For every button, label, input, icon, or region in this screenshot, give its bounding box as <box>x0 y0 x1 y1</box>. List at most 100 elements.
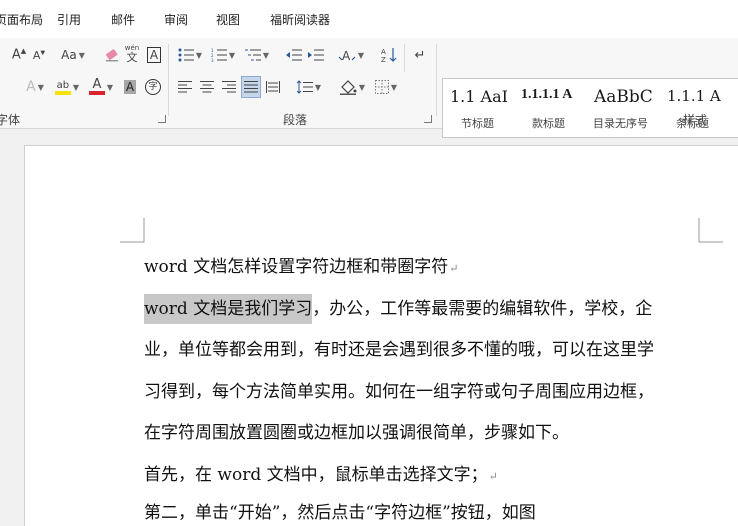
numbering-button[interactable]: 1 2 3 ▼ <box>209 45 237 65</box>
style-clause-title[interactable]: 1.1.1.1 A 款标题 <box>515 79 587 137</box>
decrease-indent-button[interactable] <box>285 45 303 65</box>
grow-font-icon: A▲ <box>11 47 27 63</box>
text-effects-button[interactable]: A ▼ <box>22 77 48 97</box>
line-text: word 文档怎样设置字符边框和带圈字符 <box>144 257 449 277</box>
align-center-icon <box>200 81 214 93</box>
tab-view[interactable]: 视图 <box>216 11 240 28</box>
character-border-icon: A <box>146 47 162 63</box>
eraser-icon <box>106 49 118 62</box>
shrink-font-icon: A▼ <box>32 48 46 62</box>
line-spacing-icon <box>296 80 313 94</box>
font-group-label: 字体 <box>0 113 21 127</box>
font-color-icon: A <box>88 78 105 95</box>
chevron-down-icon: ▼ <box>358 82 366 92</box>
document-line[interactable]: 业，单位等都会用到，有时还是会遇到很多不懂的哦，可以在这里学 <box>144 335 654 360</box>
tab-mailings[interactable]: 邮件 <box>111 11 135 28</box>
paragraph-dialog-launcher[interactable] <box>424 115 432 123</box>
group-divider <box>436 44 437 116</box>
multilevel-list-icon <box>244 49 261 61</box>
document-line[interactable]: 在字符周围放置圆圈或边框加以强调很简单，步骤如下。 <box>144 418 569 443</box>
multilevel-list-button[interactable]: ▼ <box>243 45 271 65</box>
align-left-button[interactable] <box>176 77 194 97</box>
group-divider <box>404 44 405 72</box>
paragraph-group-label: 段落 <box>283 113 308 127</box>
document-line[interactable]: 第二，单击“开始”，然后点击“字符边框”按钮，如图 <box>144 498 536 523</box>
selected-text[interactable]: word 文档是我们学习 <box>144 294 313 324</box>
chinese-layout-icon: A <box>338 49 356 62</box>
style-section-title[interactable]: 1.1 AaI 节标题 <box>443 79 515 137</box>
ribbon: A▲ A▼ Aa ▼ wén 文 A A ▼ ab ▼ A ▼ A 字 字体 ▼… <box>0 38 738 138</box>
group-divider <box>168 44 169 116</box>
document-line[interactable]: word 文档是我们学习，办公，工作等最需要的编辑软件，学校，企 <box>144 294 653 324</box>
line-text: ，办公，工作等最需要的编辑软件，学校，企 <box>312 299 653 319</box>
increase-indent-icon <box>308 49 324 61</box>
style-preview: 1.1.1 A <box>667 87 721 105</box>
sort-button[interactable]: AZ <box>380 45 398 65</box>
svg-text:A: A <box>381 48 386 56</box>
character-border-button[interactable]: A <box>145 45 163 65</box>
chevron-down-icon: ▼ <box>314 82 322 92</box>
sort-icon: AZ <box>381 48 397 63</box>
bullets-button[interactable]: ▼ <box>176 45 204 65</box>
tab-foxit-reader[interactable]: 福昕阅读器 <box>270 11 330 28</box>
show-hide-marks-button[interactable]: ↵ <box>412 45 428 65</box>
justify-button[interactable] <box>241 76 261 98</box>
document-line[interactable]: 首先，在 word 文档中，鼠标单击选择文字；↵ <box>144 460 498 485</box>
style-preview: 1.1 AaI <box>450 87 508 106</box>
align-right-icon <box>222 81 236 93</box>
distributed-align-icon <box>266 81 280 93</box>
align-right-button[interactable] <box>220 77 238 97</box>
change-case-button[interactable]: Aa ▼ <box>58 45 88 65</box>
grow-font-button[interactable]: A▲ <box>10 45 28 65</box>
increase-indent-button[interactable] <box>307 45 325 65</box>
tab-review[interactable]: 审阅 <box>164 11 188 28</box>
line-text: 首先，在 word 文档中，鼠标单击选择文字； <box>144 465 488 485</box>
character-shading-button[interactable]: A <box>122 77 138 97</box>
enclose-characters-button[interactable]: 字 <box>144 77 162 97</box>
styles-group-label: 样式 <box>683 113 708 127</box>
font-color-swatch <box>88 91 105 95</box>
shading-button[interactable]: ▼ <box>337 77 367 97</box>
style-name: 节标题 <box>461 117 494 130</box>
line-text: 业，单位等都会用到，有时还是会遇到很多不懂的哦，可以在这里学 <box>144 340 654 360</box>
svg-text:A: A <box>342 49 351 62</box>
clear-formatting-button[interactable] <box>103 45 121 65</box>
borders-button[interactable]: ▼ <box>371 77 401 97</box>
chevron-down-icon: ▼ <box>37 82 44 92</box>
document-title-line[interactable]: word 文档怎样设置字符边框和带圈字符↵ <box>144 252 458 277</box>
font-color-button[interactable]: A ▼ <box>86 77 116 97</box>
tab-references[interactable]: 引用 <box>57 11 81 28</box>
styles-gallery[interactable]: 1.1 AaI 节标题 1.1.1.1 A 款标题 AaBbC 目录无序号 1.… <box>442 78 738 138</box>
decrease-indent-icon <box>286 49 302 61</box>
tab-page-layout[interactable]: 页面布局 <box>0 11 43 28</box>
character-shading-icon: A <box>123 80 137 94</box>
shrink-font-button[interactable]: A▼ <box>31 45 47 65</box>
style-name: 款标题 <box>532 117 565 130</box>
highlight-color-button[interactable]: ab ▼ <box>52 77 82 97</box>
justify-icon <box>244 81 258 93</box>
document-line[interactable]: 习得到，每个方法简单实用。如何在一组字符或句子周围应用边框， <box>144 377 654 402</box>
bullet-list-icon <box>178 48 194 62</box>
style-article-title[interactable]: 1.1.1 A 条标题 <box>661 79 738 137</box>
ribbon-tab-strip: 页面布局 引用 邮件 审阅 视图 福昕阅读器 <box>0 0 738 38</box>
highlight-color-swatch <box>54 90 71 95</box>
distributed-align-button[interactable] <box>264 77 282 97</box>
enclose-characters-icon: 字 <box>145 79 161 95</box>
align-center-button[interactable] <box>198 77 216 97</box>
svg-text:Z: Z <box>381 56 386 63</box>
highlighter-icon: ab <box>54 80 71 95</box>
chevron-down-icon: ▼ <box>262 50 270 60</box>
font-dialog-launcher[interactable] <box>158 115 166 123</box>
chevron-down-icon: ▼ <box>106 82 114 92</box>
chevron-down-icon: ▼ <box>228 50 236 60</box>
chinese-layout-button[interactable]: A ▼ <box>336 45 366 65</box>
phonetic-guide-button[interactable]: wén 文 <box>123 43 141 63</box>
style-name: 目录无序号 <box>593 117 648 130</box>
phonetic-guide-char: 文 <box>126 51 138 64</box>
style-preview: AaBbC <box>594 87 653 107</box>
paragraph-mark: ↵ <box>449 262 459 275</box>
align-left-icon <box>178 81 192 93</box>
paragraph-mark: ↵ <box>488 470 498 483</box>
style-toc-no-number[interactable]: AaBbC 目录无序号 <box>587 79 661 137</box>
line-spacing-button[interactable]: ▼ <box>294 77 324 97</box>
